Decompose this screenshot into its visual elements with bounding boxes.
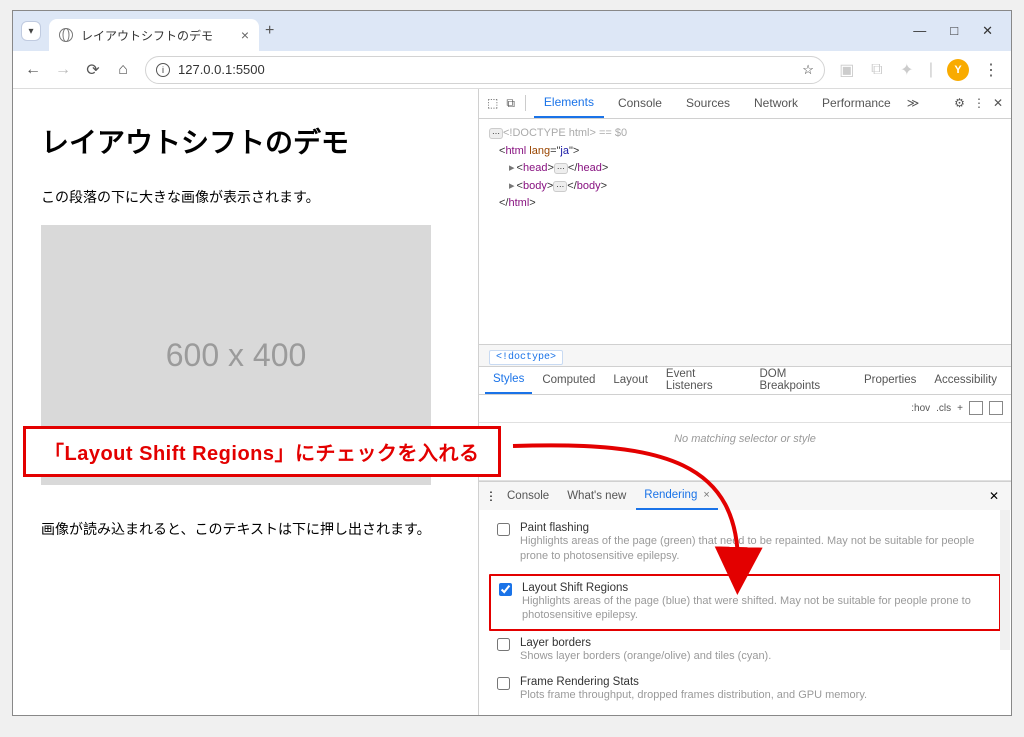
nav-back-icon[interactable]: ←: [25, 62, 41, 78]
devtools-panel: ⬚ ⧉ Elements Console Sources Network Per…: [478, 89, 1011, 715]
page-paragraph-2: 画像が読み込まれると、このテキストは下に押し出されます。: [41, 519, 450, 539]
option-layer-borders[interactable]: Layer borders Shows layer borders (orang…: [497, 633, 993, 672]
styles-tab-layout[interactable]: Layout: [605, 367, 656, 394]
option-frame-rendering-stats[interactable]: Frame Rendering Stats Plots frame throug…: [497, 672, 993, 711]
tab-elements[interactable]: Elements: [534, 89, 604, 118]
extension-icon-2[interactable]: ⧉: [869, 62, 885, 78]
style-toggle-icon-1[interactable]: [969, 401, 983, 415]
nav-home-icon[interactable]: ⌂: [115, 62, 131, 78]
rendering-options: Paint flashing Highlights areas of the p…: [479, 510, 1011, 715]
settings-gear-icon[interactable]: ⚙: [952, 96, 967, 110]
tab-title: レイアウトシフトのデモ: [81, 27, 213, 44]
more-tabs-icon[interactable]: ≫: [905, 96, 922, 110]
close-tab-icon[interactable]: ×: [241, 27, 249, 43]
page-viewport: レイアウトシフトのデモ この段落の下に大きな画像が表示されます。 600 x 4…: [13, 89, 478, 715]
styles-tab-properties[interactable]: Properties: [856, 367, 924, 394]
hov-toggle[interactable]: :hov: [911, 403, 930, 414]
devtools-top-tabs: ⬚ ⧉ Elements Console Sources Network Per…: [479, 89, 1011, 119]
window-maximize[interactable]: □: [950, 23, 958, 39]
page-paragraph-1: この段落の下に大きな画像が表示されます。: [41, 187, 450, 207]
annotation-callout: 「Layout Shift Regions」にチェックを入れる: [23, 426, 501, 477]
devtools-drawer: ⋮ Console What's new Rendering× ✕ Paint …: [479, 481, 1011, 715]
tab-bar: ▾ レイアウトシフトのデモ × + — □ ✕: [13, 11, 1011, 51]
new-tab-button[interactable]: +: [265, 22, 274, 40]
close-rendering-tab-icon[interactable]: ×: [703, 489, 709, 501]
cls-toggle[interactable]: .cls: [936, 403, 951, 414]
browser-tab[interactable]: レイアウトシフトのデモ ×: [49, 19, 259, 51]
option-layout-shift-regions[interactable]: Layout Shift Regions Highlights areas of…: [489, 574, 1001, 632]
tab-search-dropdown[interactable]: ▾: [21, 21, 41, 41]
extension-icon-1[interactable]: ▣: [839, 62, 855, 78]
style-toggle-icon-2[interactable]: [989, 401, 1003, 415]
drawer-tab-whatsnew[interactable]: What's new: [559, 482, 634, 510]
tab-sources[interactable]: Sources: [676, 89, 740, 118]
option-paint-flashing[interactable]: Paint flashing Highlights areas of the p…: [497, 518, 993, 572]
styles-filter-row: :hov .cls +: [479, 395, 1011, 423]
styles-tab-dom-breakpoints[interactable]: DOM Breakpoints: [751, 367, 853, 394]
styles-tab-computed[interactable]: Computed: [534, 367, 603, 394]
devtools-menu-icon[interactable]: ⋮: [971, 96, 987, 110]
globe-icon: [59, 28, 73, 42]
layer-borders-checkbox[interactable]: [497, 638, 510, 651]
styles-tab-styles[interactable]: Styles: [485, 367, 532, 394]
styles-tab-event-listeners[interactable]: Event Listeners: [658, 367, 750, 394]
bookmark-star-icon[interactable]: ☆: [802, 62, 814, 78]
drawer-close-icon[interactable]: ✕: [989, 489, 1005, 503]
site-info-icon[interactable]: i: [156, 63, 170, 77]
inspect-icon[interactable]: ⬚: [485, 96, 500, 110]
url-box[interactable]: i 127.0.0.1:5500 ☆: [145, 56, 825, 84]
nav-forward-icon[interactable]: →: [55, 62, 71, 78]
drawer-tab-rendering[interactable]: Rendering×: [636, 482, 718, 510]
dom-tree[interactable]: ⋯<!DOCTYPE html> == $0 <html lang="ja"> …: [479, 119, 1011, 344]
device-toggle-icon[interactable]: ⧉: [504, 96, 517, 111]
styles-tab-accessibility[interactable]: Accessibility: [926, 367, 1005, 394]
url-text: 127.0.0.1:5500: [178, 62, 265, 77]
tab-network[interactable]: Network: [744, 89, 808, 118]
address-bar: ← → ⟳ ⌂ i 127.0.0.1:5500 ☆ ▣ ⧉ ✦ | Y ⋮: [13, 51, 1011, 89]
page-heading: レイアウトシフトのデモ: [41, 121, 450, 161]
breadcrumb[interactable]: <!doctype>: [479, 344, 1011, 367]
layout-shift-regions-checkbox[interactable]: [499, 583, 512, 596]
drawer-tab-console[interactable]: Console: [499, 482, 557, 510]
drawer-menu-icon[interactable]: ⋮: [485, 489, 497, 503]
devtools-close-icon[interactable]: ✕: [991, 96, 1005, 110]
browser-menu-icon[interactable]: ⋮: [983, 60, 999, 80]
nav-reload-icon[interactable]: ⟳: [85, 62, 101, 78]
new-style-rule-icon[interactable]: +: [957, 403, 963, 414]
paint-flashing-checkbox[interactable]: [497, 523, 510, 536]
window-minimize[interactable]: —: [913, 23, 926, 39]
styles-tabs: Styles Computed Layout Event Listeners D…: [479, 367, 1011, 395]
extensions-puzzle-icon[interactable]: ✦: [899, 62, 915, 78]
tab-performance[interactable]: Performance: [812, 89, 901, 118]
no-selector-message: No matching selector or style: [479, 423, 1011, 481]
window-close[interactable]: ✕: [982, 23, 993, 39]
frame-rendering-stats-checkbox[interactable]: [497, 677, 510, 690]
tab-console[interactable]: Console: [608, 89, 672, 118]
profile-avatar[interactable]: Y: [947, 59, 969, 81]
